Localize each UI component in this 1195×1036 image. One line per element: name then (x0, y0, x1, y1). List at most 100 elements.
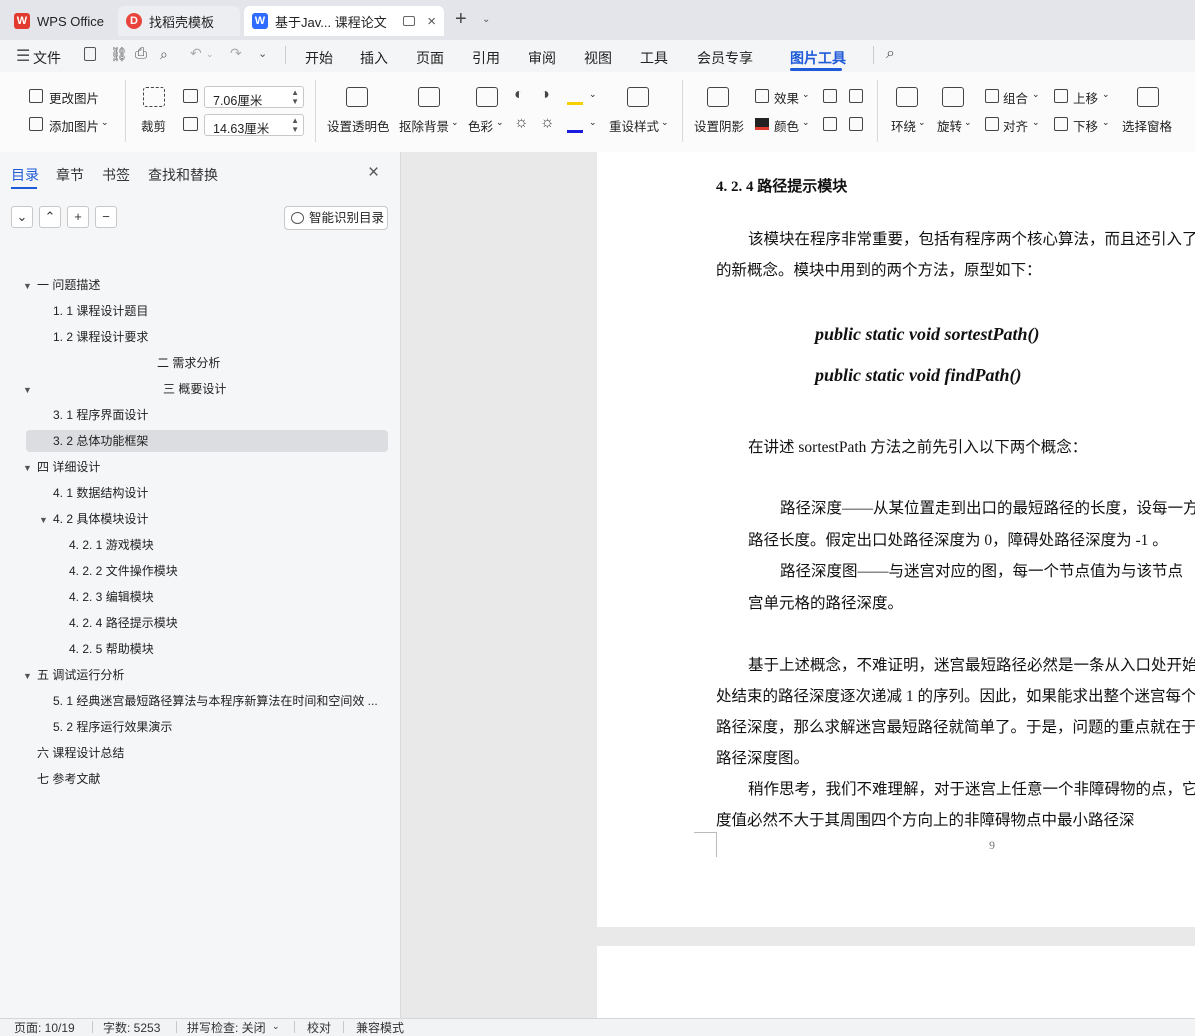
chevron-down-icon[interactable]: ⌄ (496, 117, 504, 128)
panel-tab-find-replace[interactable]: 查找和替换 (148, 165, 218, 185)
shadow-color-button[interactable]: 颜色 (774, 116, 799, 135)
link-icon[interactable]: ⛓ (110, 46, 128, 63)
new-tab-plus-icon[interactable]: + (455, 8, 467, 31)
chevron-down-icon[interactable]: ⌄ (589, 89, 597, 100)
chevron-down-icon[interactable]: ⌄ (272, 1021, 280, 1032)
fill-color-icon[interactable] (567, 88, 583, 105)
wrap-button[interactable]: 环绕 (891, 116, 916, 135)
collapse-triangle-icon[interactable]: ▼ (23, 385, 32, 395)
shadow-right-icon[interactable] (849, 117, 863, 131)
spell-check-status[interactable]: 拼写检查: 关闭 (187, 1019, 266, 1036)
menu-start[interactable]: 开始 (305, 48, 333, 68)
chevron-down-icon[interactable]: ⌄ (661, 117, 669, 128)
print-preview-icon[interactable]: ⌕ (160, 46, 168, 63)
close-tab-icon[interactable]: × (427, 13, 436, 30)
chevron-down-icon[interactable]: ⌄ (1102, 117, 1110, 128)
align-button[interactable]: 对齐 (1003, 116, 1028, 135)
close-panel-icon[interactable]: × (368, 162, 379, 184)
print-icon[interactable]: ⎙ (135, 45, 147, 62)
page-indicator[interactable]: 页面: 10/19 (14, 1019, 75, 1036)
toc-item[interactable]: 1. 2 课程设计要求 (53, 326, 148, 348)
redo-icon[interactable]: ↷ (230, 45, 242, 62)
collapse-triangle-icon[interactable]: ▼ (23, 671, 32, 681)
selection-pane-button[interactable]: 选择窗格 (1122, 116, 1172, 135)
chevron-down-icon[interactable]: ⌄ (451, 117, 459, 128)
toc-item[interactable]: 5. 1 经典迷宫最短路径算法与本程序新算法在时间和空间效 ... (53, 690, 378, 712)
toc-item[interactable]: 六 课程设计总结 (37, 742, 124, 764)
panel-tab-bookmarks[interactable]: 书签 (102, 165, 130, 185)
toc-item[interactable]: 5. 2 程序运行效果演示 (53, 716, 172, 738)
document-page-next[interactable] (597, 946, 1195, 1018)
undo-icon[interactable]: ↶ (190, 45, 202, 62)
collapse-triangle-icon[interactable]: ▼ (39, 515, 48, 525)
increase-brightness-icon[interactable]: ☼ (514, 114, 529, 132)
toc-item[interactable]: 四 详细设计 (37, 456, 100, 478)
reset-style-button[interactable]: 重设样式 (609, 116, 659, 135)
chevron-down-icon[interactable]: ⌄ (1032, 89, 1040, 100)
decrease-contrast-icon[interactable]: ◑ (540, 86, 550, 104)
menu-page[interactable]: 页面 (416, 48, 444, 68)
panel-tab-chapters[interactable]: 章节 (56, 165, 84, 185)
chevron-down-icon[interactable]: ⌄ (964, 117, 972, 128)
menu-view[interactable]: 视图 (584, 48, 612, 68)
chevron-down-icon[interactable]: ⌄ (918, 117, 926, 128)
toc-item[interactable]: 4. 2. 5 帮助模块 (69, 638, 154, 660)
decrease-brightness-icon[interactable]: ☼ (540, 114, 555, 132)
chevron-down-icon[interactable]: ⌄ (589, 117, 597, 128)
panel-tab-toc[interactable]: 目录 (11, 165, 39, 185)
toc-item[interactable]: 二 需求分析 (157, 352, 220, 374)
search-icon[interactable]: ⌕ (886, 45, 895, 63)
save-icon[interactable] (84, 47, 96, 61)
add-image-button[interactable]: 添加图片 (49, 116, 99, 135)
toc-item[interactable]: 4. 2. 3 编辑模块 (69, 586, 154, 608)
menu-membership[interactable]: 会员专享 (697, 48, 753, 68)
toc-item[interactable]: 七 参考文献 (37, 768, 100, 790)
remove-heading-button[interactable]: − (95, 206, 117, 228)
toc-item[interactable]: 4. 2. 4 路径提示模块 (69, 612, 178, 634)
menu-reference[interactable]: 引用 (472, 48, 500, 68)
menu-file[interactable]: 文件 (33, 48, 61, 68)
chevron-down-icon[interactable]: ⌄ (802, 117, 810, 128)
rotate-button[interactable]: 旋转 (937, 116, 962, 135)
tab-document[interactable]: W 基于Jav... 课程论文 × (244, 6, 444, 36)
chevron-down-icon[interactable]: ⌄ (206, 49, 214, 60)
tab-docer-templates[interactable]: D 找稻壳模板 (118, 6, 240, 36)
toc-item[interactable]: 4. 2 具体模块设计 (53, 508, 148, 530)
shadow-left-icon[interactable] (823, 117, 837, 131)
change-image-button[interactable]: 更改图片 (49, 88, 99, 107)
shadow-up-icon[interactable] (823, 89, 837, 103)
color-mode-button[interactable]: 色彩 (468, 116, 493, 135)
set-shadow-button[interactable]: 设置阴影 (694, 116, 744, 135)
toc-item[interactable]: 4. 2. 1 游戏模块 (69, 534, 154, 556)
outline-color-icon[interactable] (567, 116, 583, 133)
remove-background-button[interactable]: 抠除背景 (399, 116, 449, 135)
chevron-down-icon[interactable]: ⌄ (1102, 89, 1110, 100)
restore-window-icon[interactable] (402, 16, 415, 26)
chevron-down-icon[interactable]: ⌄ (101, 117, 109, 128)
effects-button[interactable]: 效果 (774, 88, 799, 107)
word-count[interactable]: 字数: 5253 (103, 1019, 160, 1036)
toc-item[interactable]: 一 问题描述 (37, 274, 100, 296)
toc-item[interactable]: 三 概要设计 (163, 378, 226, 400)
group-button[interactable]: 组合 (1003, 88, 1028, 107)
expand-down-button[interactable]: ⌄ (11, 206, 33, 228)
toc-item[interactable]: 4. 2. 2 文件操作模块 (69, 560, 178, 582)
tab-wps-office[interactable]: W WPS Office (6, 6, 112, 36)
spinner-arrows-icon[interactable]: ▲ ▼ (291, 116, 299, 134)
menu-review[interactable]: 审阅 (528, 48, 556, 68)
crop-button[interactable]: 裁剪 (141, 116, 166, 135)
toc-item[interactable]: 4. 1 数据结构设计 (53, 482, 148, 504)
set-transparent-button[interactable]: 设置透明色 (327, 116, 390, 135)
add-heading-button[interactable]: + (67, 206, 89, 228)
collapse-triangle-icon[interactable]: ▼ (23, 281, 32, 291)
chevron-down-icon[interactable]: ⌄ (1032, 117, 1040, 128)
chevron-down-icon[interactable]: ⌄ (258, 47, 267, 60)
chevron-down-icon[interactable]: ⌄ (802, 89, 810, 100)
menu-tools[interactable]: 工具 (640, 48, 668, 68)
collapse-triangle-icon[interactable]: ▼ (23, 463, 32, 473)
height-input[interactable]: 14.63厘米 ▲ ▼ (204, 114, 304, 136)
increase-contrast-icon[interactable]: ◐ (514, 86, 524, 104)
collapse-up-button[interactable]: ⌃ (39, 206, 61, 228)
toc-item[interactable]: 五 调试运行分析 (37, 664, 124, 686)
menu-picture-tools[interactable]: 图片工具 (790, 48, 846, 68)
